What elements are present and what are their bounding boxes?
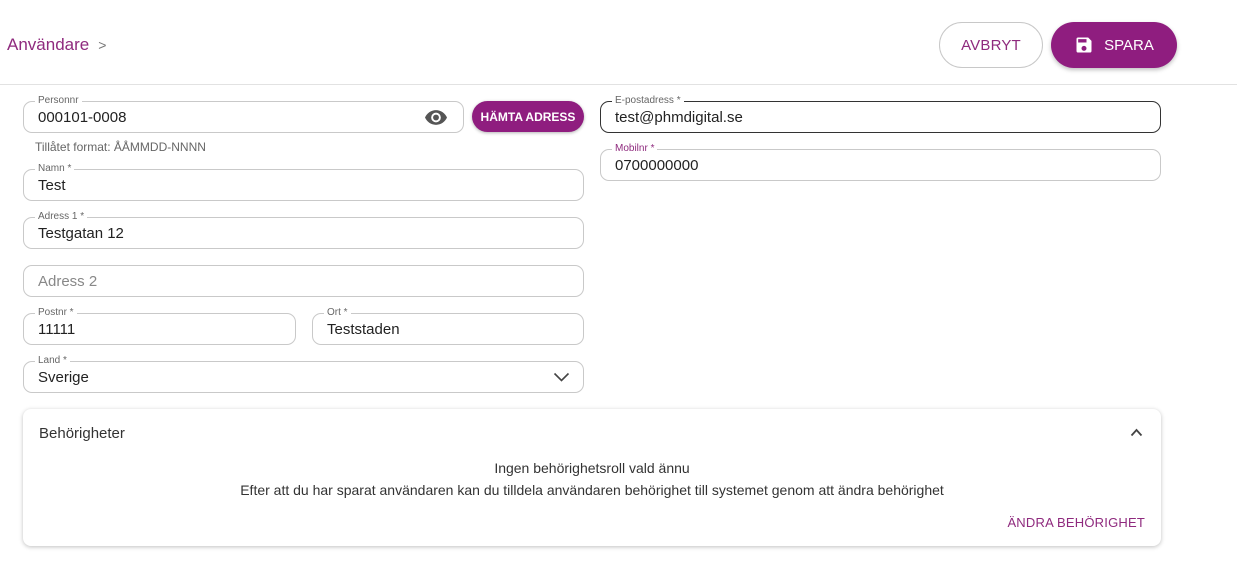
permissions-title[interactable]: Behörigheter [39, 425, 125, 442]
mobile-field[interactable]: Mobilnr * 0700000000 [600, 143, 1161, 181]
eye-icon[interactable] [425, 110, 447, 125]
postal-code-value: 11111 [38, 321, 76, 338]
mobile-label: Mobilnr * [612, 143, 658, 155]
city-field[interactable]: Ort * Teststaden [312, 307, 584, 345]
permissions-info-message: Efter att du har sparat användaren kan d… [240, 482, 944, 498]
country-select[interactable]: Land * Sverige [23, 355, 584, 393]
fetch-address-button[interactable]: HÄMTA ADRESS [472, 101, 584, 132]
address2-field[interactable]: Adress 2 [23, 265, 584, 297]
breadcrumb: Användare > [7, 35, 106, 55]
chevron-down-icon [553, 372, 570, 382]
page-header: Användare > AVBRYT SPARA [0, 0, 1237, 85]
personnr-label: Personnr [35, 95, 82, 107]
address1-value: Testgatan 12 [38, 225, 124, 242]
email-label: E-postadress * [612, 95, 684, 107]
address1-label: Adress 1 * [35, 211, 88, 223]
cancel-button[interactable]: AVBRYT [939, 22, 1043, 68]
city-value: Teststaden [327, 321, 400, 338]
save-button-label: SPARA [1104, 36, 1154, 54]
chevron-up-icon[interactable] [1130, 428, 1143, 437]
save-button[interactable]: SPARA [1051, 22, 1177, 68]
personnr-helper-text: Tillåtet format: ÅÅMMDD-NNNN [35, 140, 206, 154]
permissions-panel: Behörigheter Ingen behörighetsroll vald … [23, 409, 1161, 546]
postal-code-label: Postnr * [35, 307, 77, 319]
address2-placeholder: Adress 2 [38, 273, 98, 290]
city-label: Ort * [324, 307, 351, 319]
name-field[interactable]: Namn * Test [23, 163, 584, 201]
name-value: Test [38, 177, 66, 194]
personnr-field[interactable]: Personnr 000101-0008 [23, 95, 464, 133]
postal-code-field[interactable]: Postnr * 11111 [23, 307, 296, 345]
mobile-value: 0700000000 [615, 157, 699, 174]
personnr-value: 000101-0008 [38, 109, 127, 126]
country-label: Land * [35, 355, 70, 367]
name-label: Namn * [35, 163, 75, 175]
email-field[interactable]: E-postadress * test@phmdigital.se [600, 95, 1161, 133]
address1-field[interactable]: Adress 1 * Testgatan 12 [23, 211, 584, 249]
change-permissions-button[interactable]: ÄNDRA BEHÖRIGHET [1007, 515, 1145, 530]
email-value: test@phmdigital.se [615, 109, 743, 126]
breadcrumb-users-link[interactable]: Användare [7, 35, 89, 55]
permissions-empty-message: Ingen behörighetsroll vald ännu [494, 460, 690, 476]
save-icon [1076, 37, 1092, 53]
breadcrumb-separator: > [98, 37, 107, 53]
country-value: Sverige [38, 369, 89, 386]
